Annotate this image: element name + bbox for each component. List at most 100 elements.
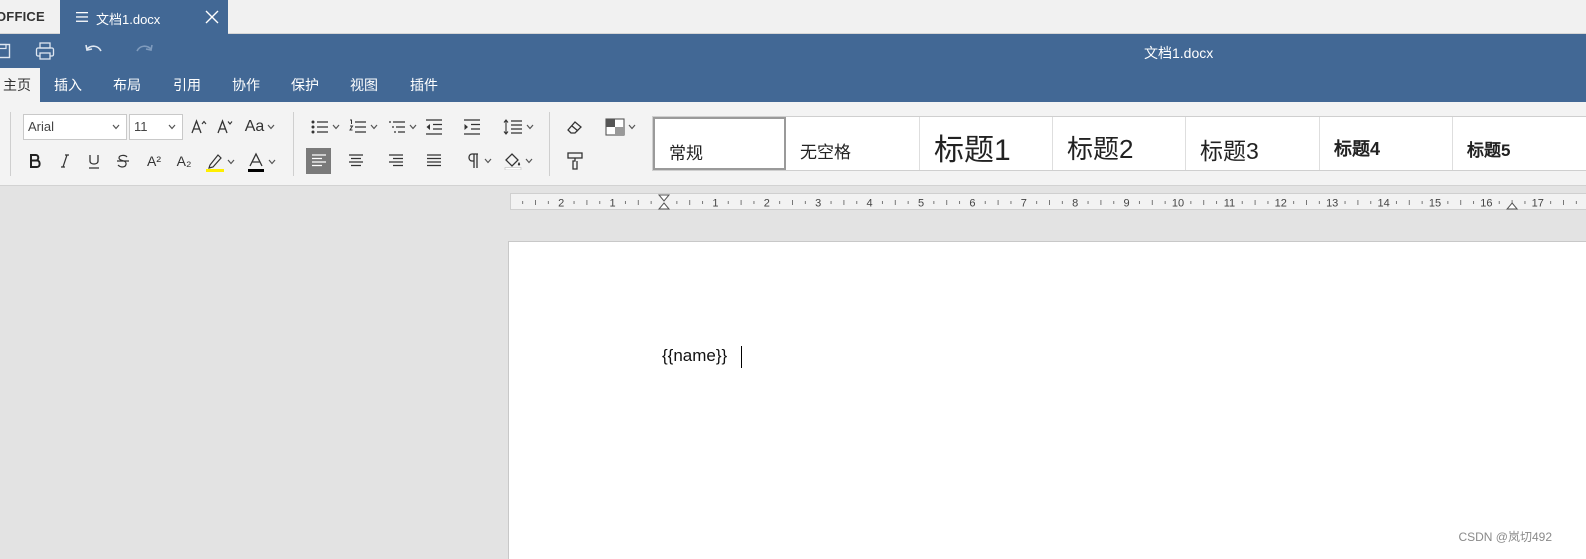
strikethrough-button[interactable] — [112, 149, 134, 173]
font-color-button[interactable] — [243, 149, 279, 175]
toolbar-separator — [10, 112, 11, 176]
right-indent-marker[interactable] — [1506, 202, 1519, 210]
horizontal-ruler[interactable]: 2 1 1 2 3 4 5 6 7 8 9 10 11 12 13 14 15 16 17 — [510, 193, 1586, 210]
bullet-list-icon — [311, 120, 328, 134]
style-no-spacing-label: 无空格 — [800, 143, 851, 162]
close-icon[interactable] — [205, 10, 219, 24]
justify-button[interactable] — [423, 148, 445, 174]
strikethrough-icon — [117, 154, 129, 168]
document-page[interactable]: {{name}} — [508, 241, 1586, 559]
chevron-down-icon — [332, 124, 339, 130]
indent-icon — [464, 119, 480, 135]
increase-indent-button[interactable] — [462, 115, 482, 139]
ruler-number: 14 — [1377, 198, 1389, 210]
font-size-select[interactable]: 11 — [129, 114, 183, 140]
watermark: CSDN @岚切492 — [1458, 530, 1552, 544]
redo-button[interactable] — [133, 41, 155, 61]
italic-button[interactable] — [54, 149, 76, 173]
increase-font-button[interactable] — [189, 115, 209, 139]
chevron-down-icon — [525, 158, 533, 164]
style-heading-2[interactable]: 标题2 — [1053, 117, 1186, 170]
outdent-icon — [426, 119, 442, 135]
document-title: 文档1.docx — [1144, 45, 1214, 61]
bold-button[interactable] — [24, 149, 46, 173]
menu-bar: 主页 插入 布局 引用 协作 保护 视图 插件 — [0, 68, 1586, 102]
line-spacing-button[interactable] — [500, 115, 536, 139]
nonprinting-chars-button[interactable] — [462, 148, 496, 174]
align-right-icon — [389, 154, 403, 167]
style-normal[interactable]: 常规 — [653, 117, 786, 170]
chevron-down-icon — [112, 124, 120, 130]
style-heading-4[interactable]: 标题4 — [1320, 117, 1453, 170]
font-family-select[interactable]: Arial — [23, 114, 127, 140]
ruler-number: 11 — [1224, 198, 1235, 210]
subscript-button[interactable]: A₂ — [173, 149, 195, 173]
underline-button[interactable] — [83, 149, 105, 173]
ruler-number: 10 — [1172, 198, 1184, 210]
save-icon — [0, 43, 11, 59]
font-decrease-icon — [217, 119, 233, 134]
tab-plugins[interactable]: 插件 — [410, 68, 438, 102]
menu-icon[interactable] — [76, 11, 88, 23]
paint-bucket-icon — [504, 153, 522, 170]
clear-formatting-button[interactable] — [564, 115, 586, 139]
superscript-button[interactable]: A² — [143, 149, 165, 173]
ruler-number: 17 — [1532, 198, 1544, 210]
bullet-list-button[interactable] — [308, 115, 342, 139]
undo-button[interactable] — [83, 41, 105, 61]
save-button[interactable] — [0, 41, 14, 61]
document-text[interactable]: {{name}} — [662, 346, 727, 366]
color-scheme-icon — [604, 118, 625, 136]
color-scheme-button[interactable] — [601, 115, 639, 139]
style-heading-4-label: 标题4 — [1334, 139, 1381, 159]
tab-layout[interactable]: 布局 — [113, 68, 141, 102]
tab-view[interactable]: 视图 — [350, 68, 378, 102]
ruler-number: 2 — [558, 198, 564, 210]
align-center-button[interactable] — [345, 148, 367, 174]
tab-home[interactable]: 主页 — [0, 68, 40, 102]
format-painter-button[interactable] — [564, 149, 586, 173]
decrease-indent-button[interactable] — [424, 115, 444, 139]
tab-insert[interactable]: 插入 — [54, 68, 82, 102]
multilevel-list-button[interactable] — [385, 115, 419, 139]
ruler-number: 12 — [1275, 198, 1287, 210]
highlighter-icon — [206, 154, 224, 172]
align-right-button[interactable] — [385, 148, 407, 174]
change-case-button[interactable]: Aa — [242, 115, 278, 139]
redo-icon — [136, 44, 153, 52]
line-spacing-icon — [503, 119, 522, 135]
decrease-font-button[interactable] — [215, 115, 235, 139]
undo-icon — [85, 44, 102, 52]
italic-icon — [61, 154, 69, 168]
font-increase-icon — [191, 119, 207, 134]
left-indent-marker[interactable] — [657, 202, 671, 210]
numbered-list-button[interactable] — [346, 115, 380, 139]
print-button[interactable] — [34, 41, 56, 61]
style-heading-1-label: 标题1 — [934, 134, 1011, 167]
shading-button[interactable] — [500, 148, 536, 174]
chevron-down-icon — [227, 159, 235, 165]
style-heading-1[interactable]: 标题1 — [920, 117, 1053, 170]
ruler-number: 5 — [918, 198, 924, 210]
style-heading-5[interactable]: 标题5 — [1453, 117, 1586, 170]
align-center-icon — [349, 154, 363, 167]
highlight-color-button[interactable] — [202, 149, 238, 175]
font-family-value: Arial — [28, 119, 55, 134]
underline-icon — [89, 154, 99, 169]
ruler-number: 6 — [969, 198, 975, 210]
chevron-down-icon — [268, 159, 276, 165]
printer-icon — [35, 42, 55, 60]
tab-references[interactable]: 引用 — [173, 68, 201, 102]
style-no-spacing[interactable]: 无空格 — [786, 117, 920, 170]
tab-collaboration[interactable]: 协作 — [232, 68, 260, 102]
style-heading-3[interactable]: 标题3 — [1186, 117, 1320, 170]
align-left-button[interactable] — [306, 148, 331, 174]
chevron-down-icon — [168, 124, 176, 130]
first-line-indent-marker[interactable] — [657, 194, 671, 202]
style-normal-label: 常规 — [669, 144, 703, 163]
document-tab[interactable]: 文档1.docx — [60, 0, 228, 34]
document-tab-label: 文档1.docx — [96, 12, 161, 27]
tab-protection[interactable]: 保护 — [291, 68, 319, 102]
chevron-down-icon — [484, 158, 491, 164]
ruler-number: 8 — [1072, 198, 1078, 210]
